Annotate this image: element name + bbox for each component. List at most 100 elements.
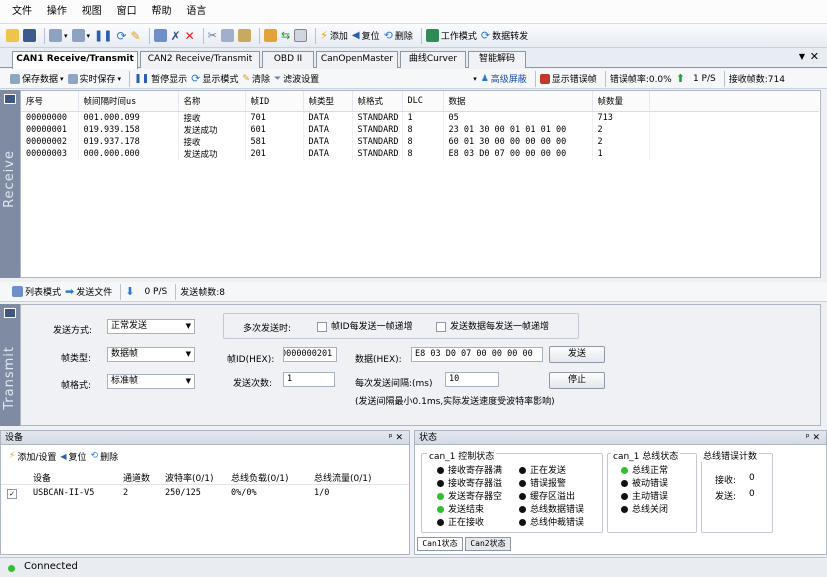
data-hex-input[interactable]: E8 03 D0 07 00 00 00 00 bbox=[411, 347, 543, 362]
col-dlc[interactable]: DLC bbox=[402, 91, 444, 112]
menu-help[interactable]: 帮助 bbox=[152, 6, 172, 17]
col-name[interactable]: 名称 bbox=[178, 91, 246, 112]
refresh-button[interactable]: ⟳ bbox=[116, 26, 126, 46]
send-mode-label: 发送方式: bbox=[53, 326, 93, 336]
status-indicator: 总线关闭 bbox=[621, 502, 668, 515]
status-indicator: 错误报警 bbox=[519, 476, 566, 489]
interval-input[interactable]: 10 bbox=[445, 372, 499, 387]
work-mode-button[interactable]: 工作模式 bbox=[425, 26, 477, 46]
frame-format-select[interactable]: 标准帧 bbox=[107, 374, 195, 389]
data-forward-button[interactable]: ⟳ 数据转发 bbox=[481, 26, 528, 46]
toolbar-icon-3[interactable]: ✕ bbox=[185, 26, 195, 46]
send-count-input[interactable]: 1 bbox=[283, 372, 335, 387]
toolbar-icon-4[interactable] bbox=[263, 26, 277, 46]
display-mode-button[interactable]: ⟳ 显示模式 bbox=[191, 69, 238, 89]
show-error-frame-button[interactable]: 显示错误帧 bbox=[539, 69, 597, 89]
device-reset-button[interactable]: ◀ 复位 bbox=[60, 446, 86, 466]
advanced-mask-button[interactable]: ♟ 高级屏蔽 bbox=[481, 69, 527, 89]
save-data-icon bbox=[10, 73, 20, 84]
filter-button[interactable]: ⏷ 滤波设置 bbox=[274, 69, 319, 89]
stop-button[interactable]: 停止 bbox=[549, 372, 605, 389]
status-indicator: 总线仲裁错误 bbox=[519, 515, 584, 528]
filter-dropdown[interactable]: ▾ bbox=[473, 69, 477, 89]
list-mode-button[interactable]: 列表模式 bbox=[12, 282, 61, 302]
clean-button[interactable]: ✎ bbox=[131, 26, 141, 46]
table-row[interactable]: 00000003 000.000.000 发送成功 201 DATA STANDARD 8 E… bbox=[21, 147, 819, 160]
send-button[interactable]: 发送 bbox=[549, 346, 605, 363]
realtime-save-button[interactable]: 实时保存 ▾ bbox=[67, 69, 121, 89]
send-mode-select[interactable]: 正常发送 bbox=[107, 319, 195, 334]
add-settings-button[interactable]: ⚡ 添加/设置 bbox=[9, 446, 56, 466]
open-button[interactable] bbox=[6, 26, 19, 46]
tab-close-icon[interactable]: ✕ bbox=[810, 50, 819, 63]
menu-language[interactable]: 语言 bbox=[186, 6, 206, 17]
device-row[interactable]: ✓ USBCAN-II-V5 2 250/125 0%/0% 1/0 bbox=[1, 488, 409, 501]
col-frame-id[interactable]: 帧ID bbox=[245, 91, 304, 112]
err-recv-value: 0 bbox=[749, 473, 755, 483]
table-cell: STANDARD bbox=[352, 123, 403, 136]
frame-type-select[interactable]: 数据帧 bbox=[107, 347, 195, 362]
status-label: 总线关闭 bbox=[632, 505, 669, 515]
device-delete-button[interactable]: ⟲ 删除 bbox=[91, 446, 119, 466]
tab-menu-icon[interactable]: ▼ bbox=[799, 52, 805, 61]
col-index[interactable]: 序号 bbox=[21, 91, 79, 112]
device-col-load[interactable]: 总线负载(0/1) bbox=[231, 471, 289, 484]
tab-decode[interactable]: 智能解码 bbox=[468, 51, 526, 68]
device-panel-pin-close[interactable]: ᵖ ✕ bbox=[389, 431, 403, 445]
menu-view[interactable]: 视图 bbox=[82, 6, 102, 17]
device-col-traffic[interactable]: 总线流量(0/1) bbox=[314, 471, 372, 484]
paste-button[interactable] bbox=[237, 26, 251, 46]
pause-button[interactable]: ❚❚ bbox=[94, 26, 112, 46]
tab-can2[interactable]: CAN2 Receive/Transmit bbox=[140, 51, 260, 68]
pause-display-button[interactable]: ❚❚ 暂停显示 bbox=[134, 69, 187, 89]
device-col-baud[interactable]: 波特率(0/1) bbox=[165, 471, 214, 484]
device-button[interactable]: ▾ bbox=[49, 26, 68, 46]
device-channels-cell: 2 bbox=[123, 488, 129, 498]
cut-button[interactable]: ✂ bbox=[208, 26, 217, 46]
tab-can1-state[interactable]: Can1状态 bbox=[417, 537, 463, 551]
tab-canopen[interactable]: CanOpenMaster bbox=[316, 51, 398, 68]
clear-button[interactable]: ✎ 清除 bbox=[242, 69, 270, 89]
toolbar-icon-5[interactable]: ⇆ bbox=[281, 26, 290, 46]
id-increment-checkbox[interactable]: 帧ID每发送一帧递增 bbox=[317, 319, 413, 332]
table-row[interactable]: 00000001 019.939.158 发送成功 601 DATA STANDARD 8 2… bbox=[21, 123, 819, 136]
toolbar-icon-1[interactable] bbox=[153, 26, 167, 46]
device-col-channels[interactable]: 通道数 bbox=[123, 471, 150, 484]
data-increment-checkbox[interactable]: 发送数据每发送一帧递增 bbox=[436, 319, 549, 332]
device-col-device[interactable]: 设备 bbox=[33, 471, 51, 484]
device-baud-cell: 250/125 bbox=[165, 488, 201, 498]
save-button[interactable] bbox=[23, 26, 36, 46]
frame-id-input[interactable]: 0000000201 bbox=[283, 347, 337, 362]
state-panel-pin-close[interactable]: ᵖ ✕ bbox=[806, 431, 820, 445]
device-row-checkbox[interactable]: ✓ bbox=[7, 489, 17, 499]
status-dot-icon bbox=[621, 480, 628, 487]
tab-can2-state[interactable]: Can2状态 bbox=[465, 537, 511, 551]
add-button[interactable]: ⚡ 添加 bbox=[320, 26, 348, 46]
col-data[interactable]: 数据 bbox=[443, 91, 593, 112]
toolbar-icon-6[interactable] bbox=[294, 26, 308, 46]
toolbar-icon-2[interactable]: ✗ bbox=[171, 26, 181, 46]
col-frame-format[interactable]: 帧格式 bbox=[352, 91, 403, 112]
col-frame-type[interactable]: 帧类型 bbox=[303, 91, 353, 112]
status-dot-icon bbox=[621, 467, 628, 474]
receive-table[interactable]: 序号 帧间隔时间us 名称 帧ID 帧类型 帧格式 DLC 数据 帧数量 000… bbox=[20, 90, 821, 278]
tab-obd[interactable]: OBD II bbox=[262, 51, 314, 68]
menu-file[interactable]: 文件 bbox=[12, 6, 32, 17]
send-file-button[interactable]: ➡ 发送文件 bbox=[65, 282, 112, 302]
menu-operate[interactable]: 操作 bbox=[47, 6, 67, 17]
col-count[interactable]: 帧数量 bbox=[592, 91, 650, 112]
status-label: 错误报警 bbox=[530, 479, 567, 489]
save-data-button[interactable]: 保存数据 ▾ bbox=[10, 69, 64, 89]
delete-button[interactable]: ⟲ 删除 bbox=[384, 26, 413, 46]
menu-window[interactable]: 窗口 bbox=[117, 6, 137, 17]
tab-curve[interactable]: 曲线Curver bbox=[400, 51, 466, 68]
frame-format-label: 帧格式: bbox=[61, 381, 92, 391]
col-interval[interactable]: 帧间隔时间us bbox=[78, 91, 179, 112]
send-toolbar: 列表模式 ➡ 发送文件 ⬇ 0 P/S 发送帧数:8 bbox=[0, 282, 827, 302]
table-row[interactable]: 00000000 001.000.099 接收 701 DATA STANDARD 1 05 7… bbox=[21, 111, 819, 124]
tab-can1[interactable]: CAN1 Receive/Transmit bbox=[12, 51, 138, 69]
copy-button[interactable] bbox=[220, 26, 234, 46]
device2-button[interactable]: ▾ bbox=[71, 26, 90, 46]
table-row[interactable]: 00000002 019.937.178 接收 581 DATA STANDARD 8 60 … bbox=[21, 135, 819, 148]
reset-button[interactable]: ◀ 复位 bbox=[352, 26, 380, 46]
